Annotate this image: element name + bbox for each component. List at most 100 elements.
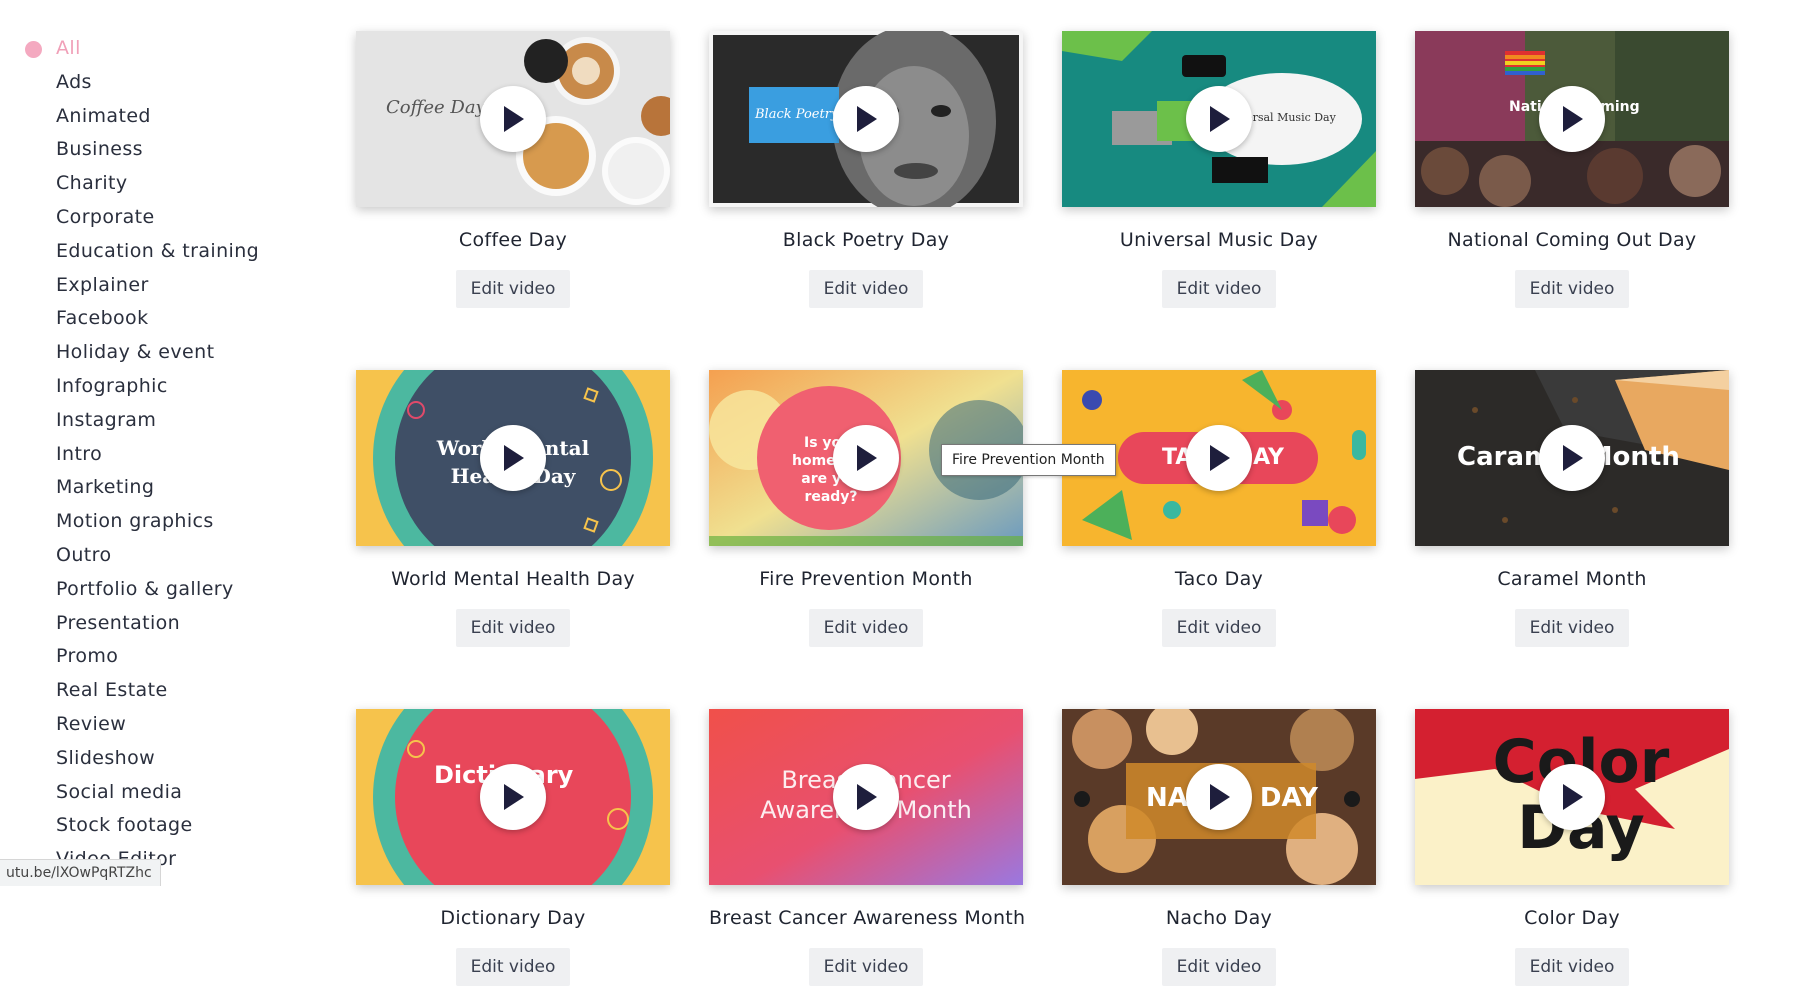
sidebar-item-label: Instagram [56, 408, 157, 431]
category-list: All Ads Animated Business Charity Corporate Ed… [25, 34, 259, 879]
edit-video-button[interactable]: Edit video [1162, 270, 1276, 308]
card-title: Fire Prevention Month [759, 568, 973, 590]
card-title: Universal Music Day [1119, 229, 1319, 251]
sidebar-item-slideshow[interactable]: Slideshow [56, 744, 259, 778]
card-title: Nacho Day [1165, 907, 1273, 929]
sidebar-item-label: Ads [56, 70, 92, 93]
video-thumbnail[interactable]: Universal Music Day [1062, 31, 1376, 207]
sidebar-item-instagram[interactable]: Instagram [56, 406, 259, 440]
template-card: Dictionary Dictionary Day Edit video [356, 709, 670, 986]
video-thumbnail[interactable]: Coffee Day [356, 31, 670, 207]
card-title: Caramel Month [1497, 568, 1647, 590]
template-card: Universal Music Day Universal Music Day … [1062, 31, 1376, 308]
sidebar-item-label: Corporate [56, 205, 155, 228]
edit-video-button[interactable]: Edit video [1162, 609, 1276, 647]
status-bar-url: utu.be/lXOwPqRTZhc [0, 859, 161, 886]
card-title: Taco Day [1174, 568, 1264, 590]
active-dot-icon [25, 41, 42, 58]
sidebar-item-label: Promo [56, 645, 119, 668]
sidebar-item-label: Stock footage [56, 814, 193, 837]
sidebar-item-business[interactable]: Business [56, 135, 259, 169]
sidebar-item-label: Motion graphics [56, 510, 214, 533]
play-icon[interactable] [1186, 86, 1252, 152]
sidebar-item-ads[interactable]: Ads [56, 68, 259, 102]
sidebar-item-label: Facebook [56, 307, 149, 330]
sidebar-item-review[interactable]: Review [56, 710, 259, 744]
sidebar-item-presentation[interactable]: Presentation [56, 609, 259, 643]
edit-video-button[interactable]: Edit video [1515, 270, 1629, 308]
edit-video-button[interactable]: Edit video [1515, 609, 1629, 647]
play-icon[interactable] [833, 764, 899, 830]
video-thumbnail[interactable]: National Coming [1415, 31, 1729, 207]
sidebar-item-label: All [56, 37, 81, 59]
sidebar-item-label: Infographic [56, 374, 168, 397]
sidebar-item-label: Review [56, 712, 127, 735]
sidebar-item-motion-graphics[interactable]: Motion graphics [56, 507, 259, 541]
sidebar-item-facebook[interactable]: Facebook [56, 304, 259, 338]
video-thumbnail[interactable]: NACHO DAY [1062, 709, 1376, 885]
card-title: Color Day [1524, 907, 1620, 929]
sidebar-item-label: Animated [56, 104, 151, 127]
sidebar-item-social-media[interactable]: Social media [56, 778, 259, 812]
thumbnail-text: Coffee Day [386, 97, 486, 118]
sidebar-item-label: Explainer [56, 273, 149, 296]
sidebar-item-infographic[interactable]: Infographic [56, 372, 259, 406]
video-thumbnail[interactable]: Black Poetry [709, 31, 1023, 207]
play-icon[interactable] [833, 425, 899, 491]
hover-tooltip: Fire Prevention Month [941, 444, 1116, 476]
sidebar-item-outro[interactable]: Outro [56, 541, 259, 575]
play-icon[interactable] [833, 86, 899, 152]
play-icon[interactable] [1539, 764, 1605, 830]
video-thumbnail[interactable]: Caramel Month [1415, 370, 1729, 546]
edit-video-button[interactable]: Edit video [809, 609, 923, 647]
template-card: NACHO DAY Nacho Day Edit video [1062, 709, 1376, 986]
edit-video-button[interactable]: Edit video [456, 270, 570, 308]
sidebar-item-holiday-event[interactable]: Holiday & event [56, 338, 259, 372]
edit-video-button[interactable]: Edit video [809, 270, 923, 308]
edit-video-button[interactable]: Edit video [809, 948, 923, 986]
sidebar-item-stock-footage[interactable]: Stock footage [56, 811, 259, 845]
sidebar-item-charity[interactable]: Charity [56, 169, 259, 203]
video-thumbnail[interactable]: Breast Cancer Awareness Month [709, 709, 1023, 885]
play-icon[interactable] [480, 764, 546, 830]
edit-video-button[interactable]: Edit video [1162, 948, 1276, 986]
template-card: Coffee Day Coffee Day Edit video [356, 31, 670, 308]
video-thumbnail[interactable]: World Mental Health Day [356, 370, 670, 546]
sidebar-item-marketing[interactable]: Marketing [56, 473, 259, 507]
card-title: Breast Cancer Awareness Month [709, 907, 1026, 929]
sidebar-item-label: Holiday & event [56, 341, 215, 364]
category-sidebar: All Ads Animated Business Charity Corporate Ed… [0, 0, 300, 886]
card-title: Dictionary Day [440, 907, 586, 929]
sidebar-item-animated[interactable]: Animated [56, 102, 259, 136]
video-thumbnail[interactable]: Color Day [1415, 709, 1729, 885]
sidebar-item-education-training[interactable]: Education & training [56, 237, 259, 271]
sidebar-item-label: Business [56, 138, 143, 161]
play-icon[interactable] [1186, 425, 1252, 491]
play-icon[interactable] [1186, 764, 1252, 830]
sidebar-item-label: Outro [56, 543, 112, 566]
sidebar-item-intro[interactable]: Intro [56, 440, 259, 474]
template-card: Caramel Month Caramel Month Edit video [1415, 370, 1729, 647]
play-icon[interactable] [1539, 425, 1605, 491]
play-icon[interactable] [480, 425, 546, 491]
edit-video-button[interactable]: Edit video [456, 948, 570, 986]
card-title: Black Poetry Day [782, 229, 950, 251]
play-icon[interactable] [1539, 86, 1605, 152]
sidebar-item-explainer[interactable]: Explainer [56, 271, 259, 305]
template-card: World Mental Health Day World Mental Hea… [356, 370, 670, 647]
sidebar-item-corporate[interactable]: Corporate [56, 203, 259, 237]
sidebar-item-portfolio-gallery[interactable]: Portfolio & gallery [56, 575, 259, 609]
sidebar-item-all[interactable]: All [25, 34, 259, 68]
edit-video-button[interactable]: Edit video [456, 609, 570, 647]
play-icon[interactable] [480, 86, 546, 152]
card-title: Coffee Day [458, 229, 568, 251]
sidebar-item-label: Charity [56, 172, 128, 195]
video-thumbnail[interactable]: Dictionary [356, 709, 670, 885]
edit-video-button[interactable]: Edit video [1515, 948, 1629, 986]
sidebar-item-real-estate[interactable]: Real Estate [56, 676, 259, 710]
card-title: World Mental Health Day [391, 568, 635, 590]
sidebar-item-label: Marketing [56, 476, 155, 499]
sidebar-item-label: Intro [56, 442, 103, 465]
sidebar-item-promo[interactable]: Promo [56, 642, 259, 676]
template-card: Breast Cancer Awareness Month Breast Can… [709, 709, 1025, 986]
